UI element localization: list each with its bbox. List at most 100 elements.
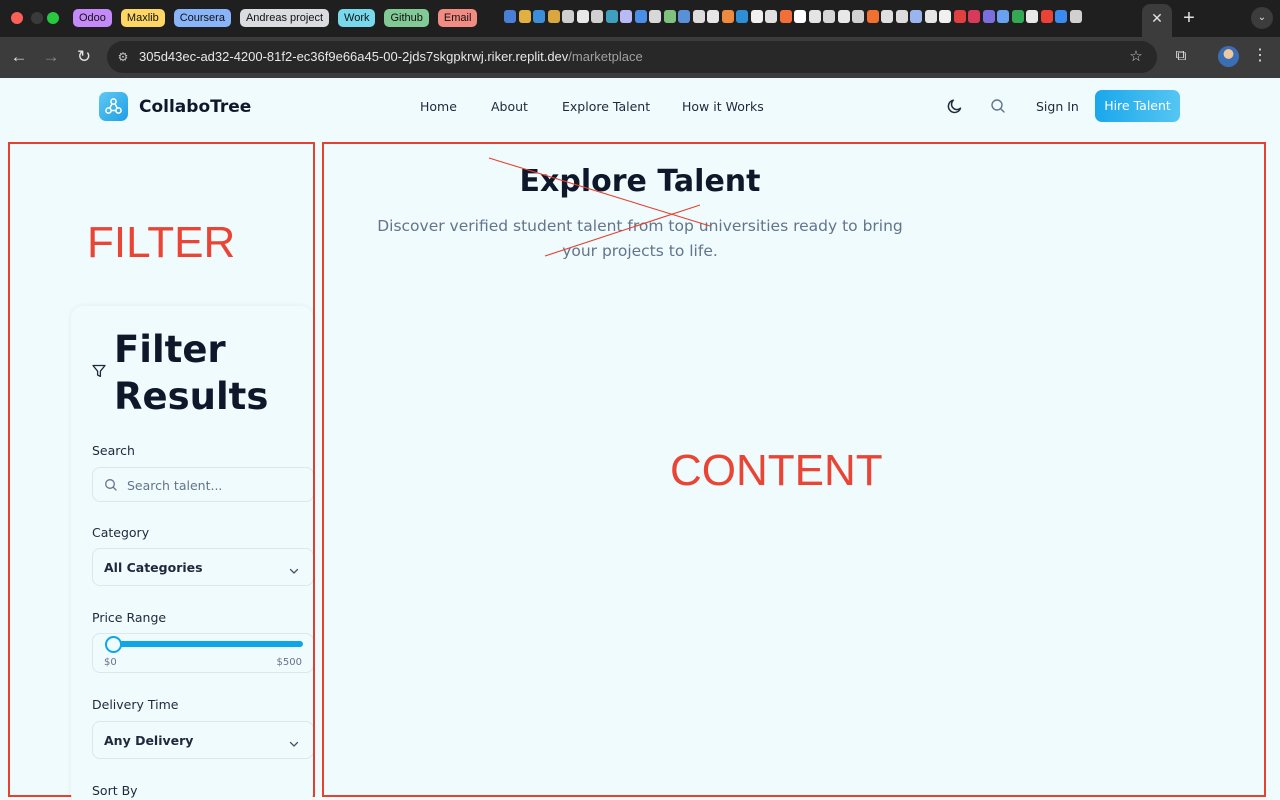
pinned-tab-favicon[interactable] xyxy=(692,10,705,23)
pinned-tab-favicon[interactable] xyxy=(1069,10,1082,23)
profile-avatar[interactable] xyxy=(1218,46,1239,67)
pinned-tab-favicon[interactable] xyxy=(881,10,893,23)
pinned-tab-favicon[interactable] xyxy=(663,10,676,23)
new-tab-button[interactable]: + xyxy=(1180,7,1198,29)
tab-search-button[interactable]: ⌄ xyxy=(1251,7,1273,29)
sign-in-link[interactable]: Sign In xyxy=(1036,98,1079,116)
price-slider-track[interactable] xyxy=(110,641,303,647)
tab-group-chip[interactable]: Work xyxy=(338,9,376,27)
filter-panel: Filter Results Search Category All Categ… xyxy=(71,306,313,800)
search-input[interactable] xyxy=(127,476,307,494)
search-field[interactable] xyxy=(92,467,313,502)
pinned-tab-favicon[interactable] xyxy=(968,10,980,23)
pinned-tab-favicon[interactable] xyxy=(605,10,618,23)
pinned-tab-favicon[interactable] xyxy=(953,10,966,23)
filter-annotation-label: FILTER xyxy=(87,218,236,267)
pinned-tab-favicon[interactable] xyxy=(518,10,531,23)
pinned-tab-favicon[interactable] xyxy=(910,10,922,23)
pinned-tab-favicon[interactable] xyxy=(765,10,777,23)
pinned-tab-favicon[interactable] xyxy=(649,10,661,23)
chevron-down-icon xyxy=(288,735,300,747)
browser-tab-strip: Odoo Maxlib Coursera Andreas project Work Git… xyxy=(0,0,1280,37)
pinned-tab-favicon[interactable] xyxy=(533,10,545,23)
pinned-tab-favicon[interactable] xyxy=(620,10,632,23)
category-select[interactable]: All Categories xyxy=(92,548,313,586)
filter-title: Filter Results xyxy=(114,328,269,418)
tab-groups: Odoo Maxlib Coursera Andreas project Work Git… xyxy=(73,9,478,28)
pinned-tab-favicon[interactable] xyxy=(924,10,937,23)
pinned-tab-favicon[interactable] xyxy=(1011,10,1024,23)
pinned-tab-favicon[interactable] xyxy=(808,10,821,23)
pinned-tab-favicon[interactable] xyxy=(576,10,589,23)
pinned-tab-favicon[interactable] xyxy=(634,10,647,23)
pinned-tab-favicon[interactable] xyxy=(837,10,850,23)
pinned-tab-favicon[interactable] xyxy=(982,10,995,23)
browser-menu-icon[interactable]: ⋮ xyxy=(1252,45,1268,67)
pinned-tab-favicon[interactable] xyxy=(1055,10,1067,23)
pinned-tab-favicon[interactable] xyxy=(939,10,951,23)
content-annotation-label: CONTENT xyxy=(670,446,883,495)
pinned-tab-favicon[interactable] xyxy=(997,10,1009,23)
tab-group-chip[interactable]: Email xyxy=(437,9,478,27)
tab-group-chip[interactable]: Coursera xyxy=(173,9,231,27)
pinned-tab-favicon[interactable] xyxy=(779,10,792,23)
category-label: Category xyxy=(92,525,150,540)
pinned-tab-favicon[interactable] xyxy=(707,10,719,23)
bookmark-star-icon[interactable]: ☆ xyxy=(1127,48,1145,66)
tab-group-chip[interactable]: Maxlib xyxy=(120,9,165,27)
pinned-tab-favicon[interactable] xyxy=(852,10,864,23)
site-info-icon[interactable]: ⚙ xyxy=(115,48,131,66)
maximize-window-button[interactable] xyxy=(47,12,59,24)
pinned-tab-favicon[interactable] xyxy=(1040,10,1053,23)
pinned-tab-favicon[interactable] xyxy=(1026,10,1038,23)
nav-home[interactable]: Home xyxy=(420,98,457,116)
nav-explore-talent[interactable]: Explore Talent xyxy=(562,98,650,116)
price-range-slider[interactable]: $0 $500 xyxy=(92,633,313,673)
tab-group-chip[interactable]: Odoo xyxy=(73,9,112,27)
pinned-tab-favicon[interactable] xyxy=(504,10,516,23)
filter-icon xyxy=(91,363,107,379)
pinned-tab-favicon[interactable] xyxy=(547,10,560,23)
pinned-tab-favicon[interactable] xyxy=(823,10,835,23)
moon-icon[interactable] xyxy=(945,96,965,116)
back-arrow-icon[interactable]: ← xyxy=(7,45,31,69)
reload-icon[interactable]: ↻ xyxy=(72,45,96,69)
pinned-tabs xyxy=(504,10,1140,28)
price-slider-thumb[interactable] xyxy=(105,636,122,653)
chevron-down-icon xyxy=(288,562,300,574)
close-tab-icon[interactable]: ✕ xyxy=(1150,9,1164,27)
tab-group-chip[interactable]: Andreas project xyxy=(239,9,330,27)
price-min-label: $0 xyxy=(104,657,117,668)
address-bar[interactable]: ⚙ 305d43ec-ad32-4200-81f2-ec36f9e66a45-0… xyxy=(107,41,1157,73)
nav-about[interactable]: About xyxy=(491,98,528,116)
hire-talent-button[interactable]: Hire Talent xyxy=(1095,90,1180,122)
search-icon xyxy=(103,477,119,493)
pinned-tab-favicon[interactable] xyxy=(794,10,806,23)
page-title: Explore Talent xyxy=(519,164,761,199)
pinned-tab-favicon[interactable] xyxy=(750,10,763,23)
network-icon[interactable] xyxy=(99,92,128,121)
nav-how-it-works[interactable]: How it Works xyxy=(682,98,764,116)
delivery-time-value: Any Delivery xyxy=(104,733,194,748)
pinned-tab-favicon[interactable] xyxy=(866,10,879,23)
url-path: /marketplace xyxy=(568,49,643,64)
pinned-tab-favicon[interactable] xyxy=(678,10,690,23)
url-text[interactable]: 305d43ec-ad32-4200-81f2-ec36f9e66a45-00-… xyxy=(139,49,643,65)
pinned-tab-favicon[interactable] xyxy=(562,10,574,23)
url-host: 305d43ec-ad32-4200-81f2-ec36f9e66a45-00-… xyxy=(139,49,569,64)
pinned-tab-favicon[interactable] xyxy=(591,10,603,23)
close-window-button[interactable] xyxy=(11,12,23,24)
pinned-tab-favicon[interactable] xyxy=(721,10,734,23)
pinned-tab-favicon[interactable] xyxy=(736,10,748,23)
page-subtitle: Discover verified student talent from to… xyxy=(377,217,903,260)
pinned-tab-favicon[interactable] xyxy=(895,10,908,23)
tab-group-chip[interactable]: Github xyxy=(384,9,429,27)
delivery-time-select[interactable]: Any Delivery xyxy=(92,721,313,759)
brand-name[interactable]: CollaboTree xyxy=(139,96,251,118)
sort-by-label: Sort By xyxy=(92,783,138,798)
price-range-label: Price Range xyxy=(92,610,167,625)
minimize-window-button[interactable] xyxy=(31,12,43,24)
search-icon[interactable] xyxy=(988,96,1008,116)
forward-arrow-icon[interactable]: → xyxy=(39,45,63,69)
extensions-icon[interactable]: ⧉ xyxy=(1170,45,1192,67)
